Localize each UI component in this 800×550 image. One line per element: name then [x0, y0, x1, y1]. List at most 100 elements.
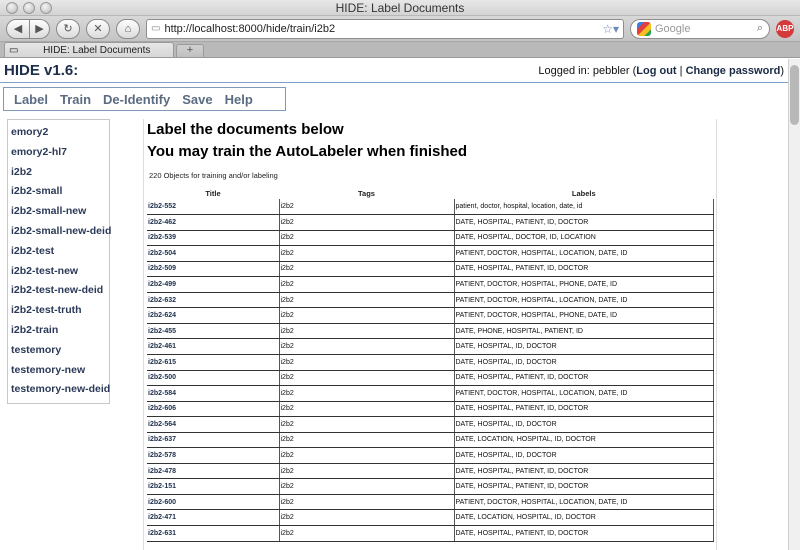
table-row[interactable]: i2b2-578 i2b2 DATE, HOSPITAL, ID, DOCTOR — [147, 447, 714, 464]
cell-title[interactable]: i2b2-455 — [147, 323, 279, 340]
back-button[interactable]: ◀ — [6, 18, 30, 39]
menu-deidentify[interactable]: De-Identify — [97, 92, 176, 107]
table-row[interactable]: i2b2-504 i2b2 PATIENT, DOCTOR, HOSPITAL, L… — [147, 245, 714, 262]
search-box[interactable]: Google ⌕ — [630, 18, 770, 39]
table-row[interactable]: i2b2-632 i2b2 PATIENT, DOCTOR, HOSPITAL, L… — [147, 292, 714, 309]
cell-title[interactable]: i2b2-462 — [147, 214, 279, 231]
cell-title[interactable]: i2b2-500 — [147, 370, 279, 387]
nav-group: ◀ ▶ — [6, 18, 50, 39]
cell-title[interactable]: i2b2-539 — [147, 230, 279, 247]
sidebar-item[interactable]: i2b2-test — [8, 242, 109, 262]
sidebar-item[interactable]: testemory-new — [8, 361, 109, 381]
cell-title[interactable]: i2b2-637 — [147, 432, 279, 449]
cell-title[interactable]: i2b2-624 — [147, 307, 279, 324]
cell-labels: DATE, HOSPITAL, PATIENT, ID, DOCTOR — [453, 261, 714, 278]
stop-button[interactable]: ✕ — [86, 18, 110, 39]
search-magnifier-icon: ⌕ — [756, 22, 763, 34]
sidebar-item[interactable]: i2b2-test-new — [8, 262, 109, 282]
cell-title[interactable]: i2b2-578 — [147, 447, 279, 464]
page-content: HIDE v1.6: Logged in: pebbler (Log out |… — [0, 59, 788, 550]
cell-title[interactable]: i2b2-471 — [147, 509, 279, 526]
cell-tags: i2b2 — [278, 432, 454, 449]
bookmark-star-icon[interactable]: ☆▾ — [602, 22, 619, 36]
cell-title[interactable]: i2b2-509 — [147, 261, 279, 278]
sidebar-item[interactable]: i2b2-small — [8, 182, 109, 202]
cell-title[interactable]: i2b2-606 — [147, 401, 279, 418]
cell-labels: PATIENT, DOCTOR, HOSPITAL, LOCATION, DAT… — [453, 494, 714, 511]
cell-title[interactable]: i2b2-584 — [147, 385, 279, 402]
sidebar-item[interactable]: i2b2-test-new-deid — [8, 281, 109, 301]
table-row[interactable]: i2b2-455 i2b2 DATE, PHONE, HOSPITAL, PATIE… — [147, 323, 714, 340]
documents-table: Title Tags Labels i2b2-552 i2b2 patient, d… — [147, 187, 714, 542]
table-row[interactable]: i2b2-461 i2b2 DATE, HOSPITAL, ID, DOCTOR — [147, 338, 714, 355]
adblock-icon[interactable]: ABP — [776, 19, 794, 38]
tab-active[interactable]: ▭ HIDE: Label Documents — [4, 42, 174, 57]
cell-tags: i2b2 — [278, 416, 454, 433]
page-favicon-icon: ▭ — [9, 44, 19, 56]
cell-title[interactable]: i2b2-478 — [147, 463, 279, 480]
table-row[interactable]: i2b2-631 i2b2 DATE, HOSPITAL, PATIENT, ID,… — [147, 525, 714, 542]
cell-title[interactable]: i2b2-504 — [147, 245, 279, 262]
sidebar-item[interactable]: i2b2-small-new — [8, 202, 109, 222]
forward-arrow-icon: ▶ — [35, 23, 44, 35]
scrollbar-thumb[interactable] — [790, 65, 799, 125]
cell-title[interactable]: i2b2-461 — [147, 338, 279, 355]
sidebar-item[interactable]: i2b2-train — [8, 321, 109, 341]
sidebar-item[interactable]: i2b2 — [8, 163, 109, 183]
cell-tags: i2b2 — [278, 307, 454, 324]
table-row[interactable]: i2b2-564 i2b2 DATE, HOSPITAL, ID, DOCTOR — [147, 416, 714, 433]
cell-tags: i2b2 — [278, 370, 454, 387]
table-row[interactable]: i2b2-539 i2b2 DATE, HOSPITAL, DOCTOR, ID, … — [147, 230, 714, 247]
table-row[interactable]: i2b2-552 i2b2 patient, doctor, hospital, l… — [147, 199, 714, 216]
cell-title[interactable]: i2b2-631 — [147, 525, 279, 542]
column-header-tags[interactable]: Tags — [279, 187, 454, 199]
menu-save[interactable]: Save — [176, 92, 218, 107]
url-bar[interactable]: ▭ http://localhost:8000/hide/train/i2b2 … — [146, 18, 624, 39]
table-row[interactable]: i2b2-606 i2b2 DATE, HOSPITAL, PATIENT, ID,… — [147, 401, 714, 418]
table-row[interactable]: i2b2-478 i2b2 DATE, HOSPITAL, PATIENT, ID,… — [147, 463, 714, 480]
cell-tags: i2b2 — [278, 525, 454, 542]
column-header-labels[interactable]: Labels — [454, 187, 714, 199]
table-row[interactable]: i2b2-151 i2b2 DATE, HOSPITAL, PATIENT, ID,… — [147, 478, 714, 495]
cell-title[interactable]: i2b2-552 — [147, 199, 279, 216]
sidebar-item[interactable]: i2b2-small-new-deid — [8, 222, 111, 242]
vertical-scrollbar[interactable] — [788, 59, 800, 550]
reload-button[interactable]: ↻ — [56, 18, 80, 39]
menu-train[interactable]: Train — [54, 92, 97, 107]
menu-label[interactable]: Label — [8, 92, 54, 107]
cell-title[interactable]: i2b2-632 — [147, 292, 279, 309]
table-row[interactable]: i2b2-500 i2b2 DATE, HOSPITAL, PATIENT, ID,… — [147, 370, 714, 387]
sidebar-item[interactable]: emory2 — [8, 123, 109, 143]
cell-title[interactable]: i2b2-499 — [147, 276, 279, 293]
login-prefix: Logged in: pebbler ( — [538, 64, 637, 77]
column-header-title[interactable]: Title — [147, 187, 279, 199]
table-row[interactable]: i2b2-462 i2b2 DATE, HOSPITAL, PATIENT, ID,… — [147, 214, 714, 231]
cell-title[interactable]: i2b2-564 — [147, 416, 279, 433]
table-row[interactable]: i2b2-624 i2b2 PATIENT, DOCTOR, HOSPITAL, P… — [147, 307, 714, 324]
sidebar-item[interactable]: testemory-new-deid — [8, 380, 110, 400]
new-tab-button[interactable]: + — [176, 44, 204, 57]
logout-link[interactable]: Log out — [636, 65, 676, 77]
cell-labels: DATE, HOSPITAL, ID, DOCTOR — [453, 447, 714, 464]
cell-title[interactable]: i2b2-615 — [147, 354, 279, 371]
cell-title[interactable]: i2b2-151 — [147, 478, 279, 495]
table-row[interactable]: i2b2-499 i2b2 PATIENT, DOCTOR, HOSPITAL, P… — [147, 276, 714, 293]
forward-button[interactable]: ▶ — [30, 18, 50, 39]
change-password-link[interactable]: Change password — [686, 65, 781, 77]
cell-labels: DATE, HOSPITAL, PATIENT, ID, DOCTOR — [453, 463, 714, 480]
table-row[interactable]: i2b2-615 i2b2 DATE, HOSPITAL, ID, DOCTOR — [147, 354, 714, 371]
cell-labels: PATIENT, DOCTOR, HOSPITAL, LOCATION, DAT… — [453, 385, 714, 402]
menu-help[interactable]: Help — [219, 92, 259, 107]
sidebar-item[interactable]: testemory — [8, 341, 109, 361]
cell-tags: i2b2 — [278, 401, 454, 418]
table-row[interactable]: i2b2-637 i2b2 DATE, LOCATION, HOSPITAL, ID… — [147, 432, 714, 449]
table-row[interactable]: i2b2-584 i2b2 PATIENT, DOCTOR, HOSPITAL, L… — [147, 385, 714, 402]
home-button[interactable]: ⌂ — [116, 18, 140, 39]
sidebar-item[interactable]: emory2-hl7 — [8, 143, 109, 163]
table-row[interactable]: i2b2-471 i2b2 DATE, LOCATION, HOSPITAL, ID… — [147, 509, 714, 526]
cell-title[interactable]: i2b2-600 — [147, 494, 279, 511]
table-row[interactable]: i2b2-509 i2b2 DATE, HOSPITAL, PATIENT, ID,… — [147, 261, 714, 278]
table-row[interactable]: i2b2-600 i2b2 PATIENT, DOCTOR, HOSPITAL, L… — [147, 494, 714, 511]
table-header-row: Title Tags Labels — [147, 187, 714, 199]
sidebar-item[interactable]: i2b2-test-truth — [8, 301, 109, 321]
